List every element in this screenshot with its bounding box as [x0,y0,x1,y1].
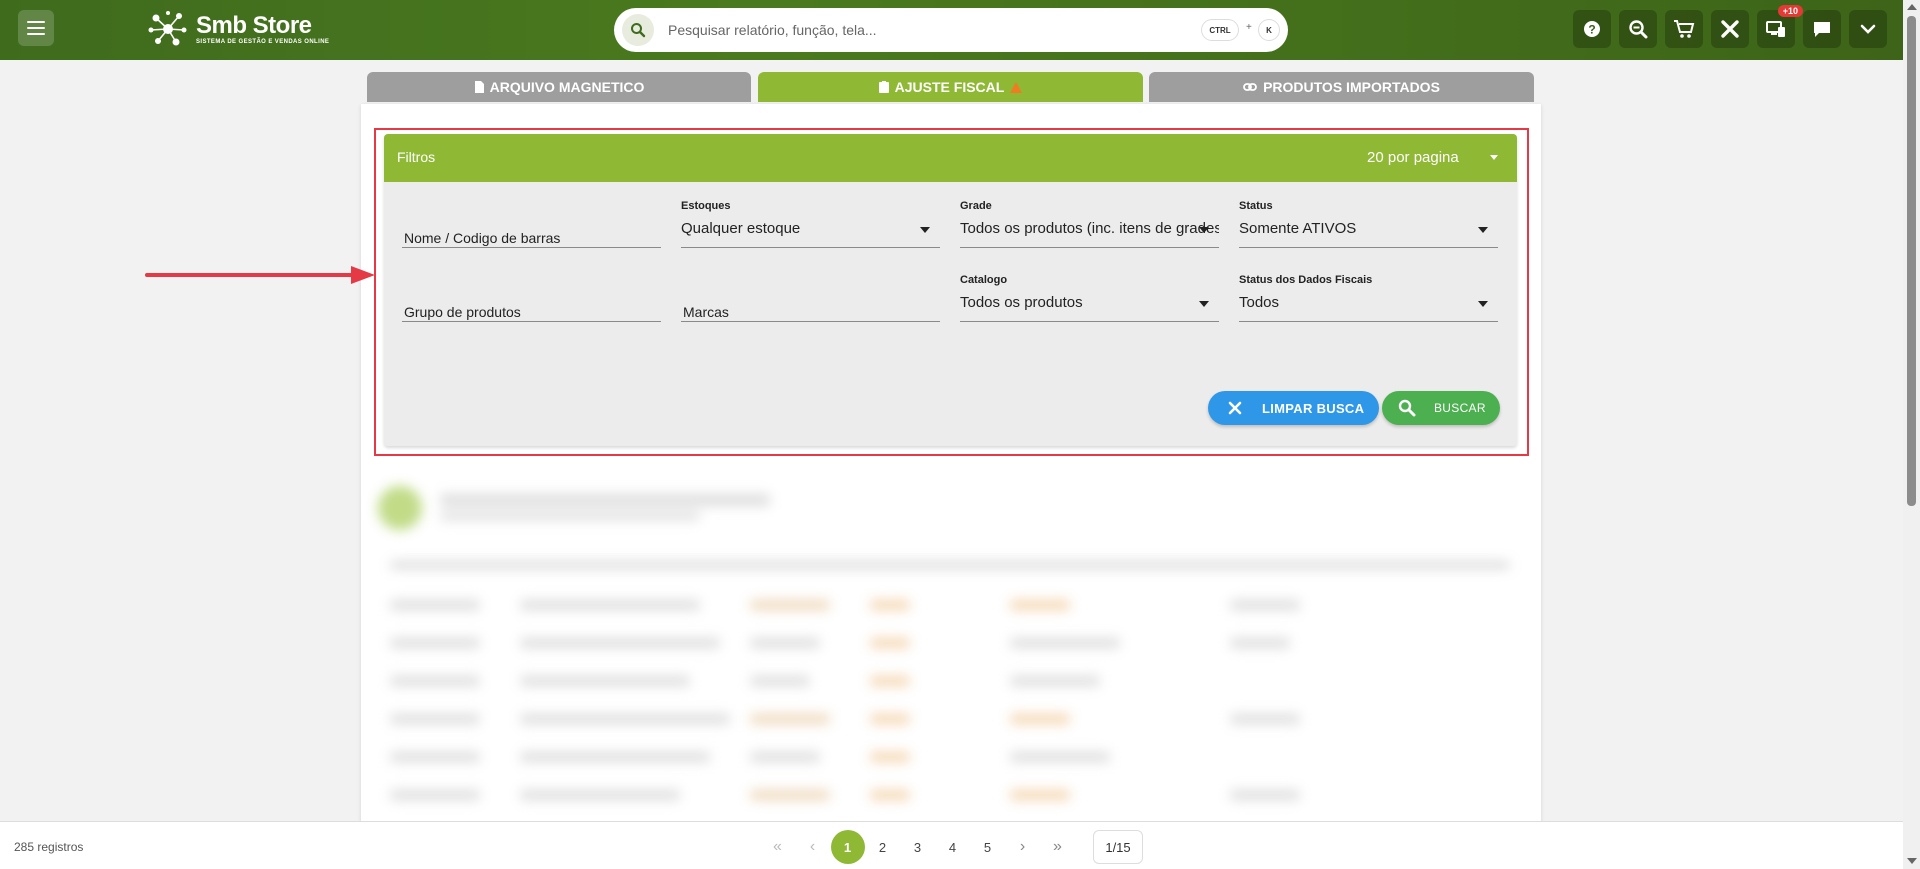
catalog-select[interactable]: Catalogo Todos os produtos [960,274,1219,322]
search-icon [1398,399,1416,417]
product-group-placeholder: Grupo de produtos [404,304,521,320]
brands-field[interactable]: Marcas [681,274,940,322]
clear-search-button[interactable]: LIMPAR BUSCA [1208,391,1379,425]
stock-select[interactable]: Estoques Qualquer estoque [681,200,940,248]
search-input[interactable] [668,22,1168,38]
page-1-label: 1 [830,830,865,864]
status-select[interactable]: Status Somente ATIVOS [1239,200,1498,248]
annotation-arrow-icon [145,266,375,284]
cart-icon[interactable] [1665,10,1703,48]
blurred-results-table [370,478,1530,818]
zoom-search-icon[interactable] [1619,10,1657,48]
brands-placeholder: Marcas [683,304,729,320]
scroll-up-icon[interactable] [1907,4,1917,10]
page-2-button[interactable]: 2 [865,830,900,864]
page-5-button[interactable]: 5 [970,830,1005,864]
status-value: Somente ATIVOS [1239,220,1357,237]
page-indicator[interactable]: 1/15 [1093,830,1143,864]
filter-panel: Filtros 20 por pagina Nome / Codigo de b… [384,134,1517,446]
catalog-value: Todos os produtos [960,294,1083,311]
shortcut-ctrl: CTRL [1202,20,1238,40]
last-page-icon[interactable]: » [1040,830,1075,864]
tab-produtos-importados[interactable]: PRODUTOS IMPORTADOS [1149,72,1534,102]
grade-select[interactable]: Grade Todos os produtos (inc. itens de g… [960,200,1219,248]
caret-down-icon [1199,301,1209,307]
chevron-down-icon[interactable] [1849,10,1887,48]
menu-button[interactable] [18,10,54,46]
name-barcode-field[interactable]: Nome / Codigo de barras [402,200,661,248]
brand-subtitle: SISTEMA DE GESTÃO E VENDAS ONLINE [196,38,330,45]
tab-arquivo-magnetico[interactable]: ARQUIVO MAGNETICO [367,72,751,102]
filter-header: Filtros 20 por pagina [384,134,1517,182]
caret-down-icon[interactable] [1490,155,1498,160]
warning-icon [1010,81,1023,93]
search-icon[interactable] [622,14,654,46]
product-group-field[interactable]: Grupo de produtos [402,274,661,322]
grade-value: Todos os produtos (inc. itens de grades) [960,220,1219,237]
devices-icon[interactable]: +10 [1757,5,1803,48]
shortcut-key: K [1259,20,1279,40]
chat-icon[interactable] [1803,10,1841,48]
caret-down-icon [1478,301,1488,307]
page-1-button[interactable]: 1 [830,830,865,864]
caret-down-icon [1478,227,1488,233]
shortcut-plus: + [1246,22,1252,33]
fiscal-status-label: Status dos Dados Fiscais [1239,274,1373,286]
brand-name: Smb Store [196,11,312,39]
pagination: « ‹ 1 2 3 4 5 › » 1/15 [760,830,1143,864]
fiscal-status-value: Todos [1239,294,1280,311]
stock-value: Qualquer estoque [681,220,801,237]
page-4-button[interactable]: 4 [935,830,970,864]
toolbar-icons: ? +10 [1573,5,1887,48]
link-icon [1243,83,1257,91]
search-button[interactable]: BUSCAR [1382,391,1500,425]
per-page-select[interactable]: 20 por pagina [1367,149,1459,166]
scroll-down-icon[interactable] [1907,858,1917,864]
scroll-thumb[interactable] [1907,16,1916,506]
footer-bar: 285 registros « ‹ 1 2 3 4 5 › » 1/15 [0,821,1903,869]
tab-label: PRODUTOS IMPORTADOS [1263,79,1440,95]
grade-label: Grade [960,200,992,212]
fiscal-status-select[interactable]: Status dos Dados Fiscais Todos [1239,274,1498,322]
prev-page-icon[interactable]: ‹ [795,830,830,864]
clipboard-icon [878,81,889,93]
logo-network-icon [148,11,187,46]
caret-down-icon [920,227,930,233]
tab-ajuste-fiscal[interactable]: AJUSTE FISCAL [758,72,1143,102]
global-search: CTRL + K [614,8,1288,52]
clear-search-label: LIMPAR BUSCA [1262,400,1365,416]
next-page-icon[interactable]: › [1005,830,1040,864]
filter-title: Filtros [397,149,436,165]
first-page-icon[interactable]: « [760,830,795,864]
page-3-button[interactable]: 3 [900,830,935,864]
tab-label: ARQUIVO MAGNETICO [489,79,645,95]
stock-label: Estoques [681,200,731,212]
top-bar: Smb Store SISTEMA DE GESTÃO E VENDAS ONL… [0,0,1903,60]
page-scrollbar[interactable] [1903,0,1920,869]
status-label: Status [1239,200,1273,212]
caret-down-icon [1199,227,1209,233]
close-icon [1228,401,1242,415]
tab-label: AJUSTE FISCAL [894,79,1005,95]
search-button-label: BUSCAR [1434,401,1486,415]
records-count: 285 registros [14,840,84,854]
brand-logo[interactable]: Smb Store SISTEMA DE GESTÃO E VENDAS ONL… [146,8,329,50]
catalog-label: Catalogo [960,274,1008,286]
svg-text:?: ? [1588,23,1595,37]
notifications-badge: +10 [1777,5,1803,17]
document-icon [474,81,484,93]
hamburger-icon [27,21,45,35]
tools-icon[interactable] [1711,10,1749,48]
help-icon[interactable]: ? [1573,10,1611,48]
name-barcode-placeholder: Nome / Codigo de barras [404,230,561,246]
